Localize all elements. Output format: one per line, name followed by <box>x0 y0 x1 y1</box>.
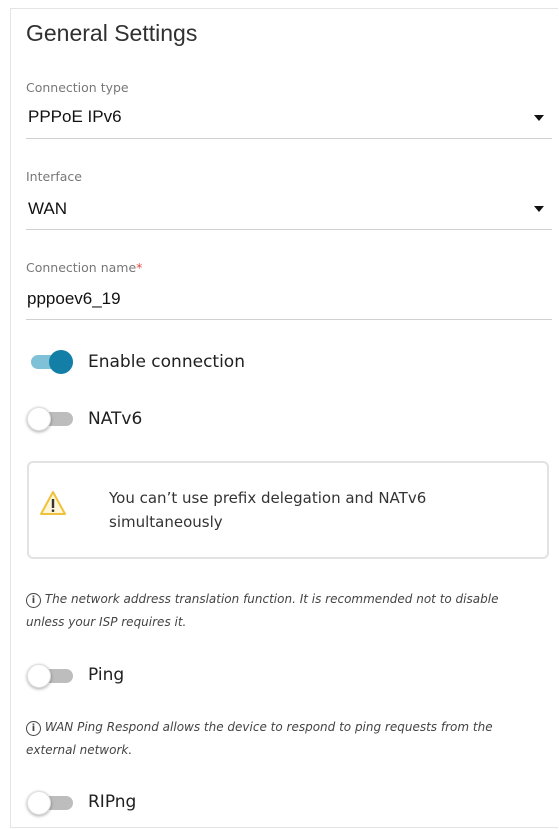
info-icon: i <box>26 721 41 736</box>
chevron-down-icon <box>534 206 544 212</box>
page-title: General Settings <box>26 20 198 46</box>
nat-note-line2: unless your ISP requires it. <box>26 615 187 629</box>
nat-note-line1: The network address translation function… <box>44 592 499 606</box>
connection-type-value: PPPoE IPv6 <box>28 107 122 126</box>
ping-note-line1: WAN Ping Respond allows the device to re… <box>44 720 493 734</box>
natv6-toggle[interactable] <box>27 407 73 431</box>
warning-text-line1: You can’t use prefix delegation and NATv… <box>109 489 427 507</box>
ping-label: Ping <box>88 665 125 685</box>
toggle-knob <box>27 664 51 688</box>
interface-select[interactable]: WAN <box>26 189 552 229</box>
chevron-down-icon <box>534 115 544 121</box>
toggle-knob <box>49 350 73 374</box>
warning-box: You can’t use prefix delegation and NATv… <box>27 461 549 559</box>
connection-type-label: Connection type <box>26 80 129 95</box>
ping-note-line2: external network. <box>26 743 133 757</box>
natv6-label: NATv6 <box>88 409 143 429</box>
ripng-label: RIPng <box>88 792 137 812</box>
toggle-knob <box>27 407 51 431</box>
warning-text-line2: simultaneously <box>109 513 223 531</box>
interface-underline <box>26 229 552 230</box>
connection-name-value: pppoev6_19 <box>27 289 121 308</box>
connection-name-label: Connection name* <box>26 260 143 275</box>
connection-name-underline <box>26 319 552 320</box>
connection-type-select[interactable]: PPPoE IPv6 <box>26 98 552 138</box>
connection-name-input[interactable]: pppoev6_19 <box>26 280 552 320</box>
ripng-toggle[interactable] <box>27 791 73 815</box>
nat-info-note: i The network address translation functi… <box>26 588 554 634</box>
toggle-knob <box>27 791 51 815</box>
enable-connection-label: Enable connection <box>88 352 245 372</box>
required-mark: * <box>136 260 143 275</box>
interface-value: WAN <box>28 199 68 218</box>
connection-type-underline <box>26 138 552 139</box>
interface-label: Interface <box>26 169 82 184</box>
warning-icon <box>40 491 66 515</box>
ping-info-note: i WAN Ping Respond allows the device to … <box>26 716 554 762</box>
info-icon: i <box>26 593 41 608</box>
ping-toggle[interactable] <box>27 664 73 688</box>
enable-connection-toggle[interactable] <box>27 350 73 374</box>
